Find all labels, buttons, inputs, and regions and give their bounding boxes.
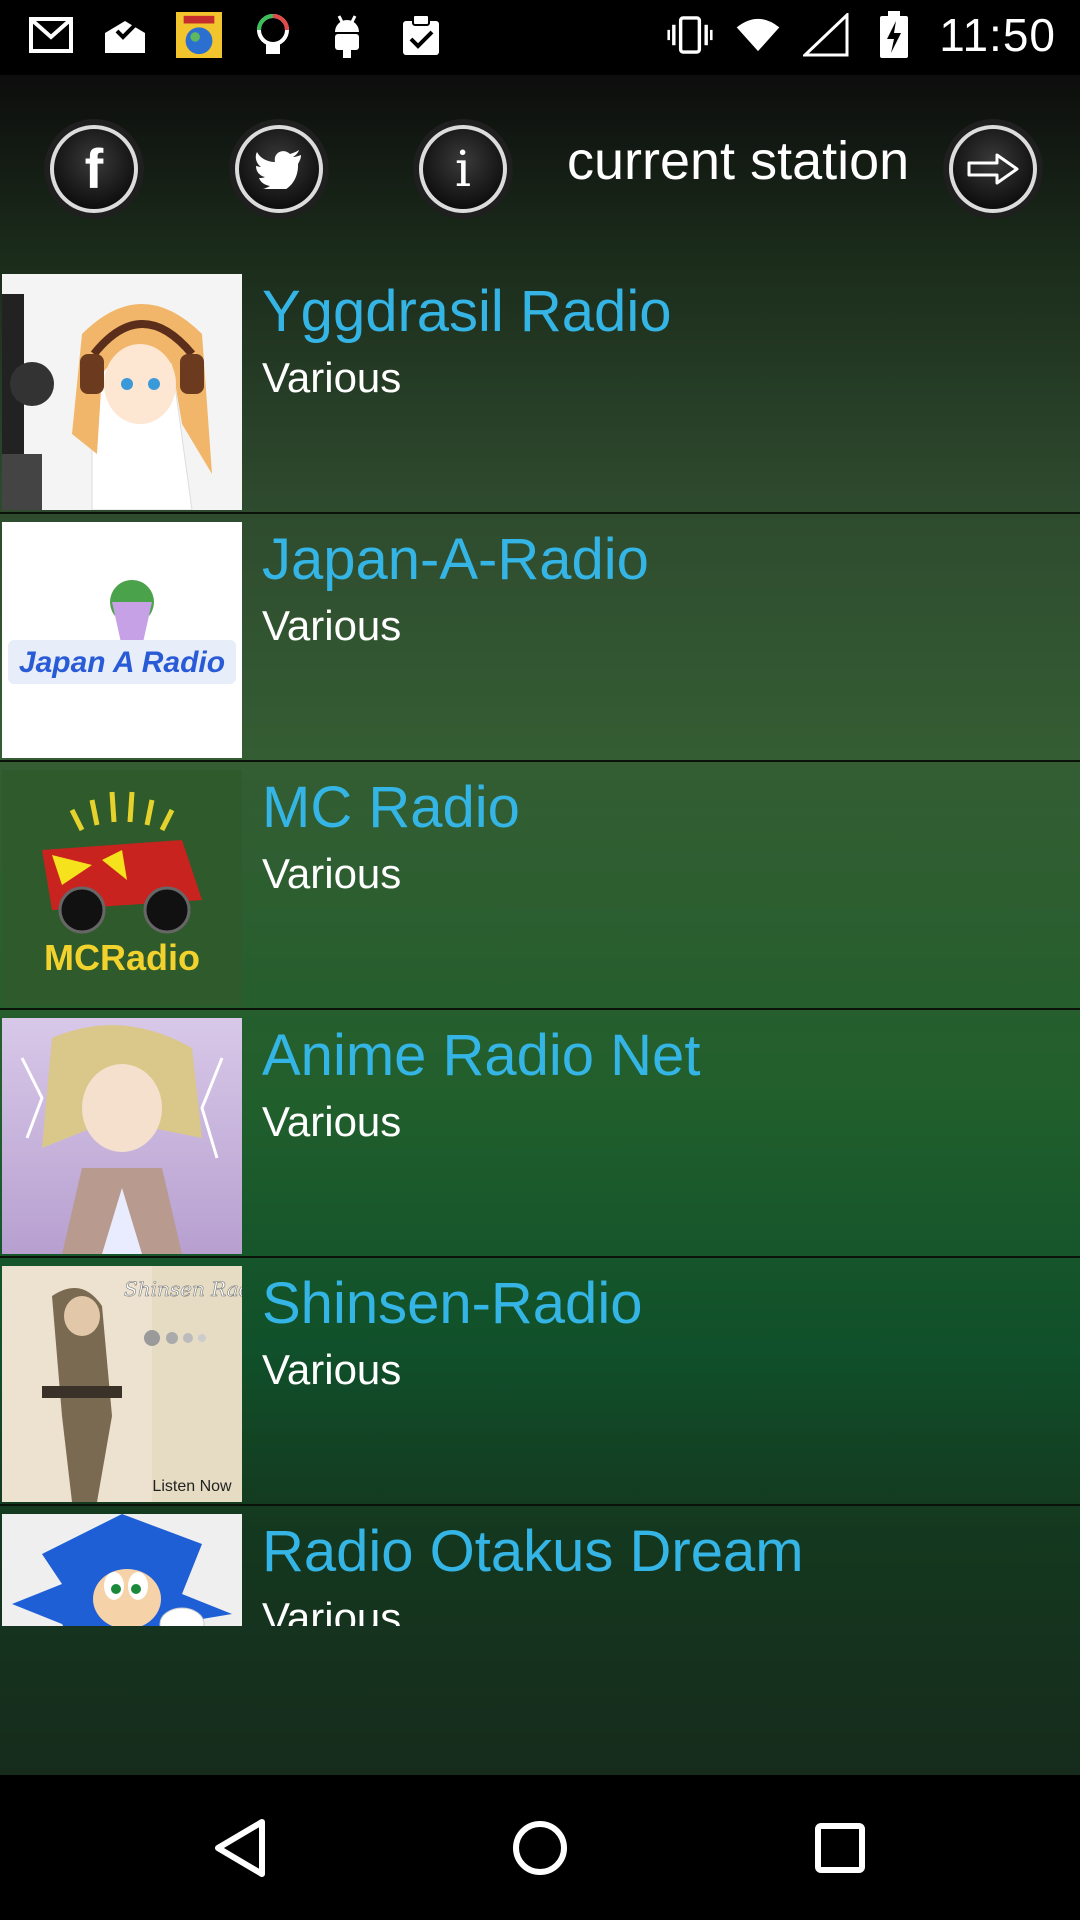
gmail-icon xyxy=(28,12,74,58)
station-genre: Various xyxy=(262,602,402,649)
list-item[interactable]: Japan A Radio Japan-A-Radio Various xyxy=(0,518,1080,762)
system-status: 11:50 xyxy=(667,8,1056,62)
recent-apps-icon xyxy=(815,1823,865,1873)
status-time: 11:50 xyxy=(939,9,1056,61)
twitter-button[interactable] xyxy=(235,125,323,213)
home-button[interactable] xyxy=(504,1812,576,1884)
shinsen-listen-text: Listen Now xyxy=(152,1478,232,1495)
notification-icons xyxy=(28,12,444,58)
station-name: MC Radio xyxy=(262,775,520,840)
current-station-button[interactable] xyxy=(949,125,1037,213)
station-thumbnail xyxy=(2,1018,242,1254)
station-name: Yggdrasil Radio xyxy=(262,279,672,344)
shinsen-logo-text: Shinsen Radio xyxy=(124,1277,242,1301)
station-thumbnail: Shinsen Radio Listen Now xyxy=(2,1266,242,1502)
station-name: Anime Radio Net xyxy=(262,1023,701,1088)
facebook-icon: f xyxy=(84,137,104,200)
signal-icon xyxy=(803,12,849,58)
battery-charging-icon xyxy=(871,11,917,58)
vibrate-icon xyxy=(667,12,713,58)
radio-app-icon xyxy=(176,12,222,58)
twitter-icon xyxy=(255,150,301,189)
station-genre: Various xyxy=(262,1098,402,1145)
station-list[interactable]: Yggdrasil Radio Various Japan A Radio Ja… xyxy=(0,270,1080,1626)
station-thumbnail: Japan A Radio xyxy=(2,522,242,758)
back-icon xyxy=(215,1819,265,1877)
station-thumbnail xyxy=(2,274,242,510)
back-button[interactable] xyxy=(204,1812,276,1884)
station-genre: Various xyxy=(262,850,402,897)
recent-apps-button[interactable] xyxy=(804,1812,876,1884)
list-item[interactable]: Anime Radio Net Various xyxy=(0,1014,1080,1258)
home-icon xyxy=(513,1821,567,1875)
station-name: Shinsen-Radio xyxy=(262,1271,643,1336)
clipboard-check-icon xyxy=(398,12,444,58)
list-item[interactable]: MCRadio MC Radio Various xyxy=(0,766,1080,1010)
bulb-icon xyxy=(250,12,296,58)
app-content: f i current station Yggdrasil Radio Vari… xyxy=(0,75,1080,1775)
android-icon xyxy=(324,12,370,58)
station-thumbnail xyxy=(2,1514,242,1626)
station-genre: Various xyxy=(262,1346,402,1393)
list-item[interactable]: Shinsen Radio Listen Now Shinsen-Radio V… xyxy=(0,1262,1080,1506)
list-item[interactable]: Radio Otakus Dream Various xyxy=(0,1510,1080,1626)
screen: 11:50 f i current station Yggdrasil Radi… xyxy=(0,0,1080,1920)
info-button[interactable]: i xyxy=(419,125,507,213)
top-toolbar: f i current station xyxy=(0,75,1080,265)
mail-check-icon xyxy=(102,12,148,58)
info-icon: i xyxy=(455,140,471,198)
facebook-button[interactable]: f xyxy=(50,125,138,213)
current-station-label[interactable]: current station xyxy=(567,130,909,192)
mc-logo-text: MCRadio xyxy=(44,937,200,978)
station-name: Japan-A-Radio xyxy=(262,527,649,592)
station-name: Radio Otakus Dream xyxy=(262,1519,804,1584)
station-genre: Various xyxy=(262,354,402,401)
station-thumbnail: MCRadio xyxy=(2,770,242,1006)
list-item[interactable]: Yggdrasil Radio Various xyxy=(0,270,1080,514)
status-bar: 11:50 xyxy=(0,0,1080,75)
station-genre: Various xyxy=(262,1594,402,1626)
japan-logo-text: Japan A Radio xyxy=(19,646,225,679)
arrow-right-icon xyxy=(967,153,1019,185)
wifi-icon xyxy=(735,12,781,58)
navigation-bar xyxy=(0,1776,1080,1920)
